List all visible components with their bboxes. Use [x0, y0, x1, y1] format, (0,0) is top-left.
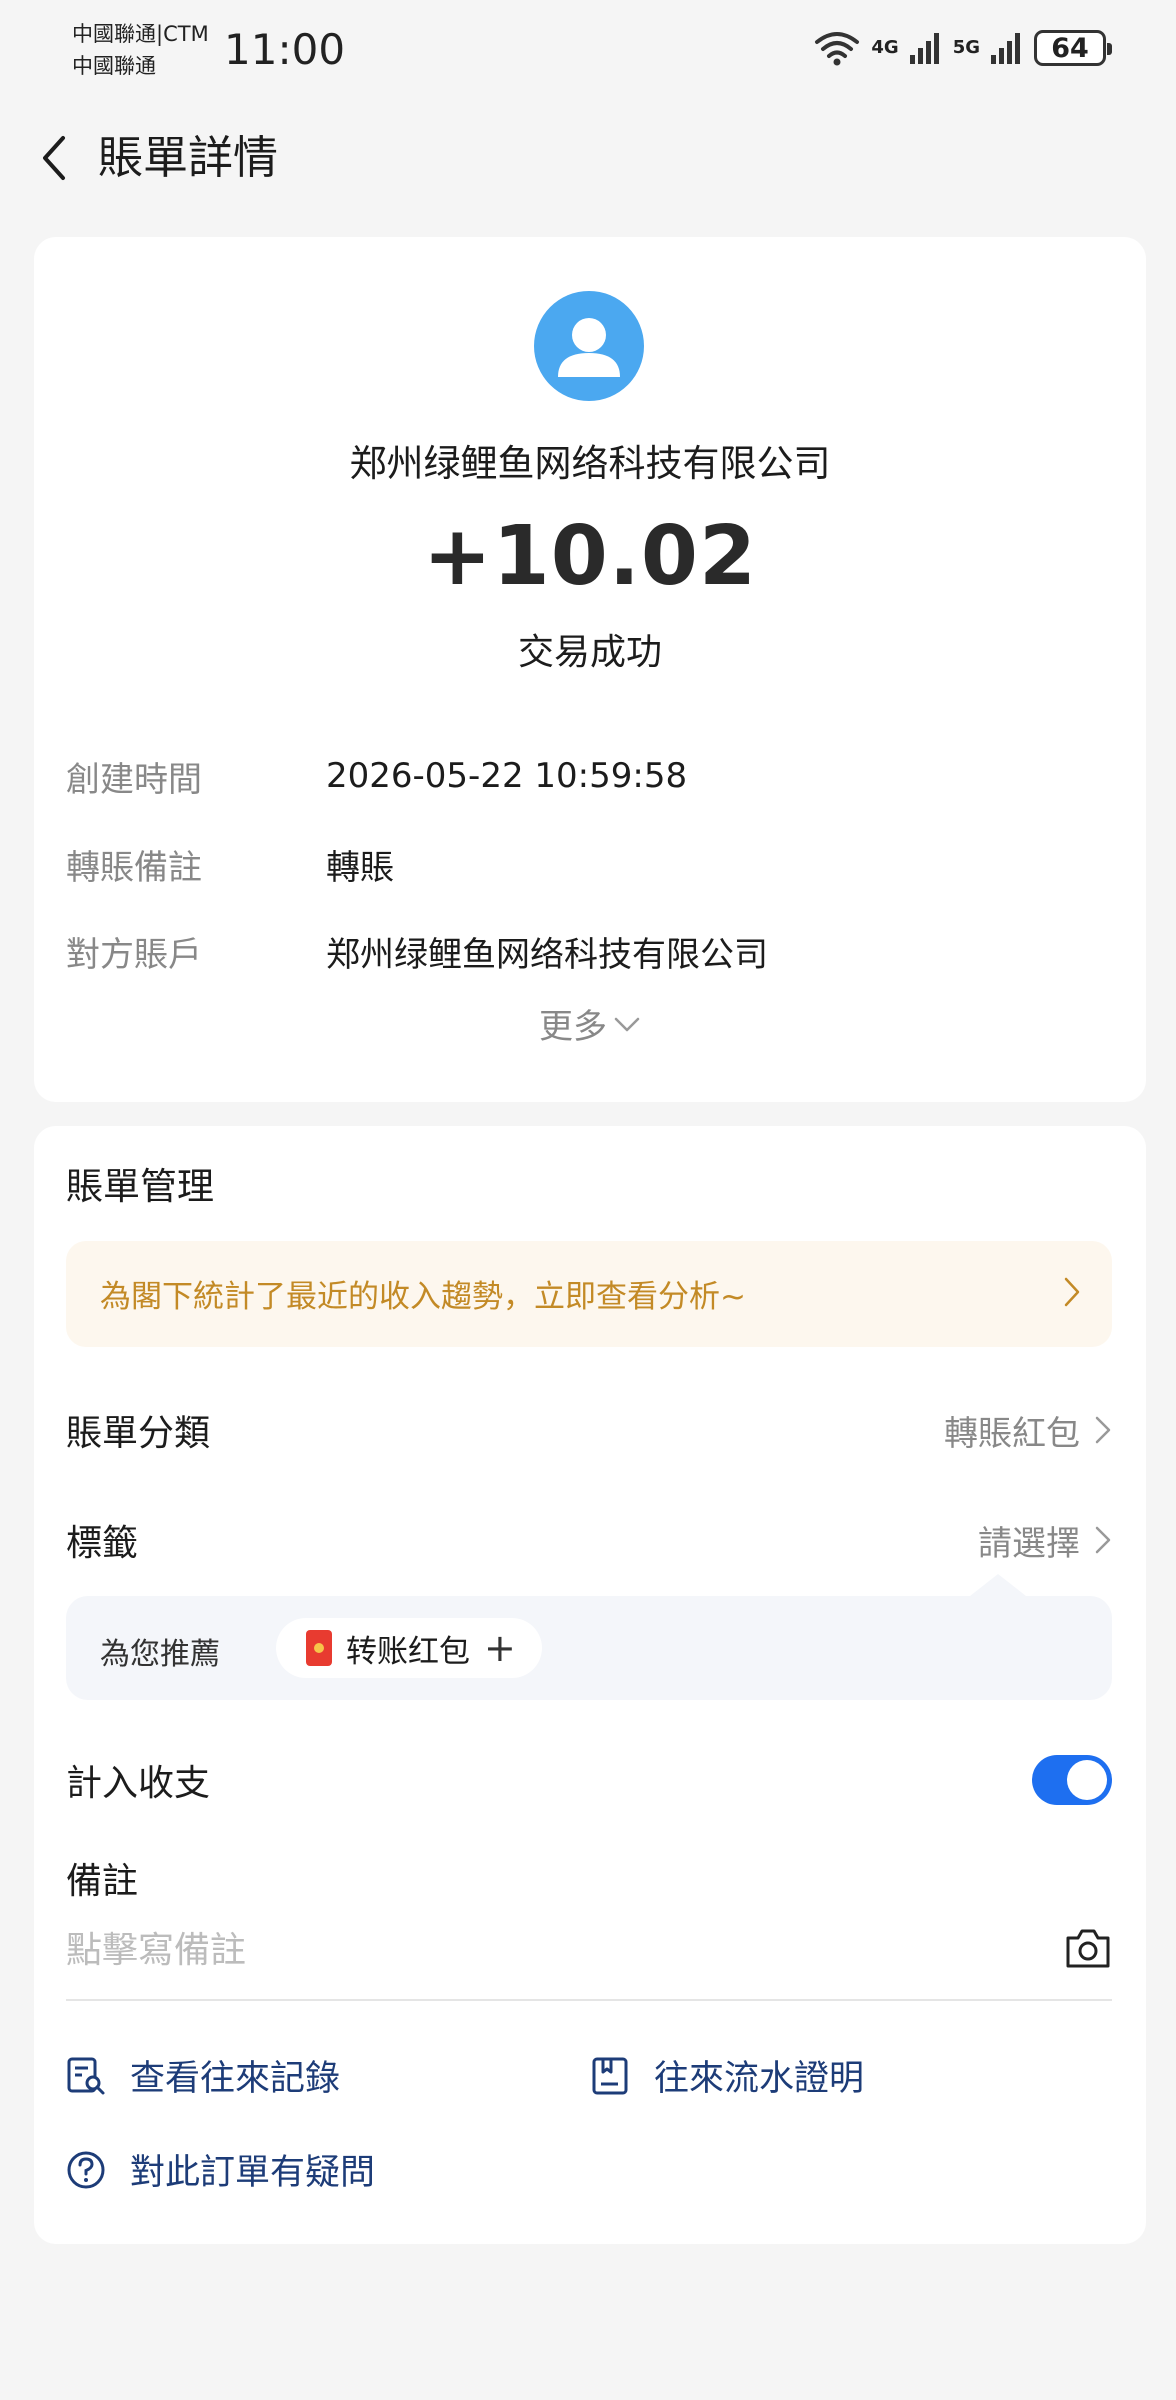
- signal-label-5g: 5G: [952, 37, 980, 58]
- carrier-1: 中國聯通|CTM: [72, 22, 209, 46]
- popover-notch: [970, 1574, 1026, 1596]
- more-label: 更多: [539, 1007, 607, 1047]
- red-envelope-icon: [306, 1630, 332, 1666]
- statement-link-label: 往來流水證明: [654, 2059, 865, 2099]
- recommend-label: 為您推薦: [100, 1637, 220, 1672]
- chevron-left-icon: [43, 136, 65, 180]
- include-toggle[interactable]: [1032, 1755, 1112, 1805]
- more-button[interactable]: 更多: [34, 999, 1146, 1048]
- nav-header: 賬單詳情: [0, 118, 1176, 198]
- chip-label: 转账红包: [346, 1633, 470, 1670]
- view-history-link[interactable]: 查看往來記錄: [66, 2050, 340, 2101]
- signal-label-4g: 4G: [871, 37, 899, 58]
- bill-category-row[interactable]: 賬單分類 轉賬紅包: [66, 1400, 1112, 1460]
- tag-value: 請選擇: [978, 1523, 1080, 1564]
- detail-label: 對方賬戶: [66, 934, 202, 975]
- include-in-ledger-row: 計入收支: [66, 1750, 1112, 1810]
- carrier-2: 中國聯通: [72, 54, 156, 78]
- promo-text: 為閣下統計了最近的收入趨勢，立即查看分析~: [100, 1279, 746, 1315]
- category-value-group: 轉賬紅包: [944, 1406, 1112, 1455]
- memo-label: 備註: [66, 1861, 139, 1902]
- recommended-tag-chip[interactable]: 转账红包 +: [276, 1618, 542, 1678]
- user-icon: [558, 318, 620, 377]
- camera-icon[interactable]: [1064, 1926, 1112, 1970]
- category-value: 轉賬紅包: [944, 1413, 1080, 1454]
- question-circle-icon: [67, 2151, 105, 2188]
- wifi-icon: [815, 32, 860, 66]
- transaction-card: 郑州绿鲤鱼网络科技有限公司 +10.02 交易成功 創建時間 2026-05-2…: [34, 237, 1146, 1102]
- tag-value-group: 請選擇: [978, 1516, 1112, 1565]
- merchant-name: 郑州绿鲤鱼网络科技有限公司: [349, 442, 831, 485]
- page-title: 賬單詳情: [98, 131, 279, 184]
- status-icons: 4G 5G 64: [813, 28, 1112, 68]
- detail-value: 2026-05-22 10:59:58: [326, 756, 688, 796]
- detail-value: 轉賬: [326, 847, 394, 888]
- detail-row-created-time: 創建時間 2026-05-22 10:59:58: [66, 751, 687, 801]
- chevron-right-icon: [1095, 1526, 1111, 1554]
- detail-label: 創建時間: [66, 759, 202, 800]
- chevron-right-icon: [1095, 1416, 1111, 1444]
- signal-bars-icon: [909, 33, 939, 64]
- memo-input[interactable]: [66, 1920, 1026, 1980]
- tag-row[interactable]: 標籤 請選擇: [66, 1510, 1112, 1570]
- record-search-icon: [67, 2057, 105, 2094]
- status-clock: 11:00: [224, 25, 346, 74]
- transaction-status: 交易成功: [517, 632, 662, 673]
- tag-recommendation: 為您推薦 转账红包 +: [66, 1574, 1112, 1700]
- detail-row-transfer-note: 轉賬備註 轉賬: [66, 839, 394, 889]
- order-question-link[interactable]: 對此訂單有疑問: [66, 2144, 375, 2195]
- question-link-label: 對此訂單有疑問: [130, 2153, 376, 2193]
- chevron-right-icon: [1064, 1277, 1080, 1307]
- carrier-info: 中國聯通|CTM 中國聯通: [72, 18, 209, 82]
- statement-proof-link[interactable]: 往來流水證明: [590, 2050, 864, 2101]
- include-label: 計入收支: [66, 1763, 211, 1804]
- income-trend-banner[interactable]: 為閣下統計了最近的收入趨勢，立即查看分析~: [66, 1241, 1112, 1347]
- history-link-label: 查看往來記錄: [130, 2059, 341, 2099]
- status-bar: 中國聯通|CTM 中國聯通 11:00 4G 5G 64: [0, 0, 1176, 100]
- detail-label: 轉賬備註: [66, 847, 202, 888]
- battery-level: 64: [1051, 32, 1089, 64]
- battery-icon: 64: [1034, 30, 1112, 66]
- transaction-amount: +10.02: [422, 509, 758, 604]
- divider: [66, 1999, 1112, 2001]
- section-title: 賬單管理: [66, 1165, 214, 1208]
- plus-icon: +: [484, 1626, 516, 1670]
- detail-row-counterparty: 對方賬戶 郑州绿鲤鱼网络科技有限公司: [66, 926, 768, 976]
- detail-value: 郑州绿鲤鱼网络科技有限公司: [326, 934, 768, 975]
- tag-label: 標籤: [66, 1523, 139, 1564]
- document-icon: [592, 2057, 628, 2094]
- category-label: 賬單分類: [66, 1413, 211, 1454]
- back-button[interactable]: [26, 130, 82, 186]
- toggle-knob: [1067, 1760, 1107, 1800]
- chevron-down-icon: [614, 1017, 640, 1031]
- bill-management-card: 賬單管理 為閣下統計了最近的收入趨勢，立即查看分析~ 賬單分類 轉賬紅包 標籤 …: [34, 1126, 1146, 2244]
- signal-bars-icon: [991, 33, 1020, 64]
- avatar: [534, 291, 644, 401]
